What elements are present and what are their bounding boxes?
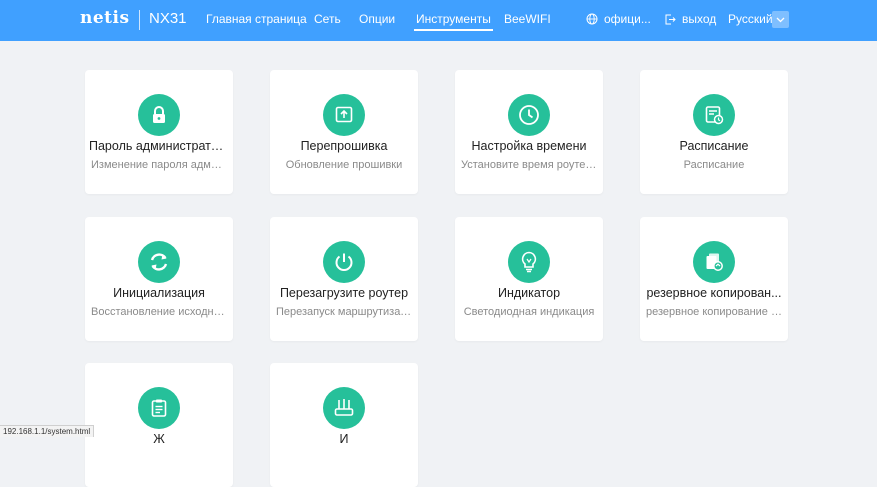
logout-label: выход	[682, 12, 717, 26]
nav-home[interactable]: Главная страница	[206, 11, 307, 27]
card-time-settings[interactable]: Настройка времени Установите время роуте…	[455, 70, 603, 194]
card-info[interactable]: И	[270, 363, 418, 487]
nav-network[interactable]: Сеть	[314, 11, 341, 27]
router-icon	[323, 387, 365, 429]
card-description: Расписание	[683, 159, 745, 171]
backup-icon	[693, 241, 735, 283]
upload-icon	[323, 94, 365, 136]
logout-icon	[665, 14, 676, 24]
card-title: Перезагрузите роутер	[279, 286, 409, 300]
card-title: И	[339, 432, 349, 446]
card-description: Перезапуск маршрутизат...	[276, 306, 412, 318]
card-description: резервное копирование п...	[646, 306, 782, 318]
card-schedule[interactable]: Расписание Расписание	[640, 70, 788, 194]
card-firmware[interactable]: Перепрошивка Обновление прошивки	[270, 70, 418, 194]
card-title: Перепрошивка	[300, 139, 388, 153]
logo-divider	[139, 10, 140, 30]
card-title: Инициализация	[113, 286, 205, 300]
card-title: резервное копирован...	[646, 286, 782, 300]
card-reboot[interactable]: Перезагрузите роутер Перезапуск маршрути…	[270, 217, 418, 341]
clipboard-icon	[138, 387, 180, 429]
globe-icon	[586, 13, 598, 25]
card-title: Расписание	[679, 139, 749, 153]
power-icon	[323, 241, 365, 283]
official-site-label: офици...	[604, 12, 651, 26]
logout-button[interactable]: выход	[665, 11, 716, 27]
model-name: NX31	[149, 10, 187, 27]
clock-icon	[508, 94, 550, 136]
card-description: Восстановление исходног...	[91, 306, 227, 318]
bulb-icon	[508, 241, 550, 283]
nav-tools[interactable]: Инструменты	[414, 11, 493, 31]
netis-logo[interactable]: netis	[80, 8, 130, 28]
card-title: Ж	[153, 432, 165, 446]
card-description: Изменение пароля админ...	[91, 159, 227, 171]
card-title: Пароль администратора	[89, 139, 229, 153]
card-title: Настройка времени	[471, 139, 587, 153]
official-site-link[interactable]: офици...	[586, 11, 651, 27]
browser-status-url: 192.168.1.1/system.html	[0, 425, 95, 437]
card-indicator[interactable]: Индикатор Светодиодная индикация	[455, 217, 603, 341]
nav-options[interactable]: Опции	[359, 11, 395, 27]
card-backup[interactable]: резервное копирован... резервное копиров…	[640, 217, 788, 341]
lock-icon	[138, 94, 180, 136]
top-navigation-bar: netis NX31 Главная страница Сеть Опции И…	[0, 0, 877, 41]
card-title: Индикатор	[497, 286, 561, 300]
card-initialization[interactable]: Инициализация Восстановление исходног...	[85, 217, 233, 341]
card-log[interactable]: Ж	[85, 363, 233, 487]
schedule-icon	[693, 94, 735, 136]
language-dropdown-button[interactable]	[772, 11, 789, 28]
chevron-down-icon	[776, 17, 785, 22]
card-description: Обновление прошивки	[285, 159, 403, 171]
card-description: Установите время роутера	[461, 159, 597, 171]
language-select[interactable]: Русский	[728, 11, 773, 27]
card-description: Светодиодная индикация	[463, 306, 595, 318]
language-label: Русский	[728, 12, 773, 26]
card-admin-password[interactable]: Пароль администратора Изменение пароля а…	[85, 70, 233, 194]
nav-beewifi[interactable]: BeeWIFI	[504, 11, 551, 27]
reset-icon	[138, 241, 180, 283]
